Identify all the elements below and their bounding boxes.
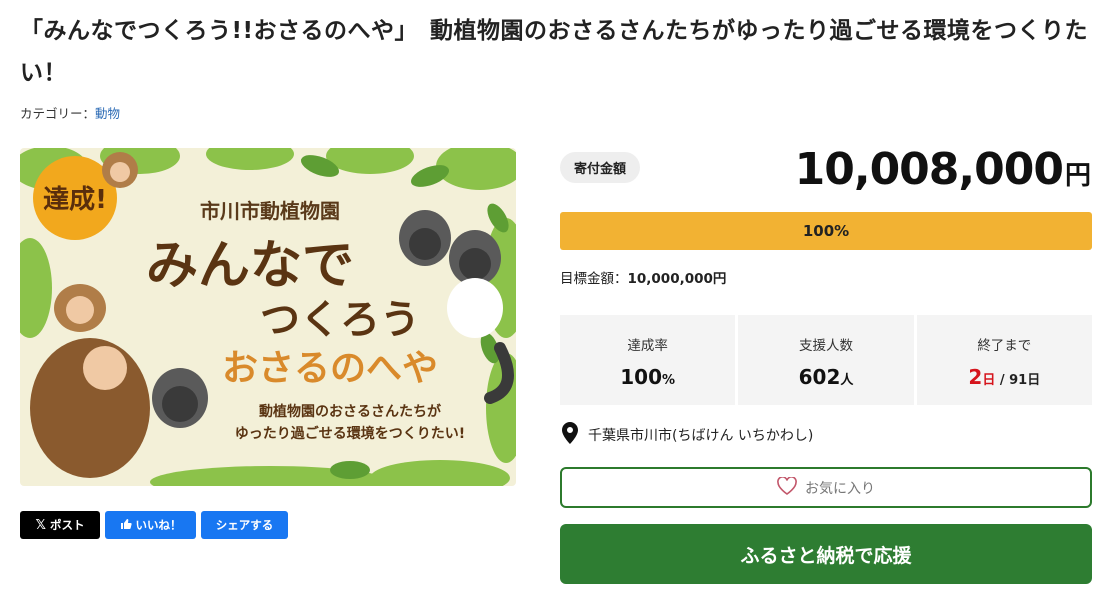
hero-line2: つくろう	[260, 297, 420, 343]
funding-panel: 寄付金額 10,008,000円 100% 目標金額：10,000,000円 達…	[560, 140, 1092, 584]
favorite-button[interactable]: お気に入り	[560, 467, 1092, 508]
map-pin-icon	[562, 422, 578, 448]
supporters-number: 602	[798, 365, 841, 389]
target-value: 10,000,000円	[627, 271, 727, 287]
hero-sub2: ゆったり過ごせる環境をつくりたい!	[235, 425, 465, 442]
amount-value: 10,008,000円	[794, 144, 1091, 195]
remaining-number: 2	[968, 365, 983, 389]
facebook-like-button[interactable]: いいね！	[105, 511, 196, 539]
share-x-label: ポスト	[49, 518, 85, 532]
thumbs-up-icon	[120, 518, 132, 533]
rate-unit: %	[662, 373, 676, 388]
category-link[interactable]: 動物	[95, 106, 120, 121]
category-label: カテゴリー：	[20, 106, 96, 121]
category: カテゴリー：動物	[20, 103, 120, 122]
hero-line3: おさるのへや	[222, 348, 438, 389]
remaining-unit: 日	[982, 373, 996, 388]
progress-text: 100%	[802, 222, 850, 240]
stat-achievement-label: 達成率	[627, 338, 668, 354]
stat-achievement-value: 100%	[560, 365, 735, 389]
hero-badge: 達成!	[43, 185, 107, 215]
favorite-label: お気に入り	[805, 480, 875, 497]
stat-supporters: 支援人数 602人	[738, 315, 914, 405]
remaining-total: / 91日	[995, 373, 1041, 388]
amount-number: 10,008,000	[794, 144, 1064, 195]
hero-image: 達成! 市川市動植物園 みんなで つくろう おさるのへや 動植物園のおさるさんた…	[20, 148, 516, 486]
stat-supporters-value: 602人	[738, 365, 913, 389]
hero-zoo-name: 市川市動植物園	[200, 199, 340, 223]
like-label: いいね！	[135, 518, 182, 532]
stat-supporters-label: 支援人数	[798, 338, 853, 354]
hero-line1: みんなで	[146, 236, 354, 296]
share-label: シェアする	[215, 518, 274, 532]
progress-bar: 100%	[560, 212, 1092, 250]
stat-remaining-label: 終了まで	[977, 338, 1032, 354]
stat-remaining-value: 2日 / 91日	[917, 365, 1092, 389]
amount-row: 寄付金額 10,008,000円	[560, 140, 1092, 210]
target-label: 目標金額：	[560, 271, 628, 287]
x-logo-icon: 𝕏	[35, 517, 46, 533]
stats-grid: 達成率 100% 支援人数 602人 終了まで 2日 / 91日	[560, 315, 1092, 405]
amount-label: 寄付金額	[560, 152, 641, 183]
donate-button[interactable]: ふるさと納税で応援	[560, 524, 1092, 584]
monkey-illustration-top	[102, 152, 138, 188]
facebook-share-button[interactable]: シェアする	[201, 511, 288, 539]
stat-remaining: 終了まで 2日 / 91日	[916, 315, 1092, 405]
supporters-unit: 人	[840, 373, 854, 388]
location: 千葉県市川市(ちばけん いちかわし)	[562, 422, 813, 448]
share-row: 𝕏 ポスト いいね！ シェアする	[20, 511, 288, 539]
location-text[interactable]: 千葉県市川市(ちばけん いちかわし)	[588, 425, 813, 445]
hero-sub1: 動植物園のおさるさんたちが	[259, 403, 442, 420]
amount-unit: 円	[1064, 161, 1091, 191]
heart-icon	[777, 475, 797, 499]
target-amount: 目標金額：10,000,000円	[560, 267, 726, 287]
stat-achievement: 達成率 100%	[560, 315, 736, 405]
share-x-button[interactable]: 𝕏 ポスト	[20, 511, 100, 539]
rate-number: 100	[620, 365, 663, 389]
page-title: 「みんなでつくろう!!おさるのへや」 動植物園のおさるさんたちがゆったり過ごせる…	[20, 18, 1088, 86]
